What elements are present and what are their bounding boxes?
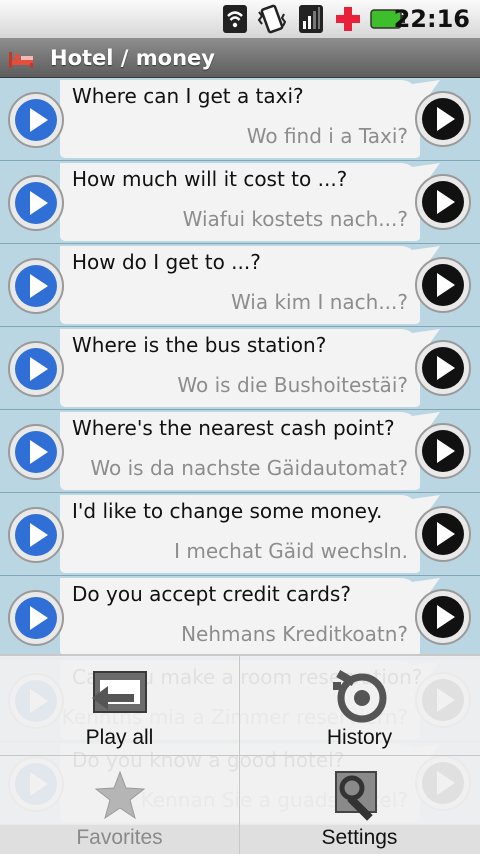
- play-black-icon: [415, 589, 471, 645]
- history-button[interactable]: History: [240, 656, 479, 755]
- play-black-icon: [415, 506, 471, 562]
- play-phrase-button[interactable]: [7, 423, 65, 481]
- phrase-english: Where's the nearest cash point?: [72, 416, 395, 440]
- vibrate-icon: [257, 4, 287, 34]
- play-blue-icon: [8, 175, 64, 231]
- phrase-english: Where can I get a taxi?: [72, 84, 304, 108]
- phrase-row[interactable]: I'd like to change some money. I mechat G…: [0, 493, 480, 576]
- phrase-row[interactable]: Where can I get a taxi? Wo find i a Taxi?: [0, 78, 480, 161]
- play-blue-icon: [8, 590, 64, 646]
- play-translation-button[interactable]: [414, 422, 472, 480]
- play-phrase-button[interactable]: [7, 589, 65, 647]
- play-black-icon: [415, 91, 471, 147]
- phrase-translation: Wia kim I nach...?: [230, 290, 408, 314]
- clock: 22:16: [393, 5, 470, 33]
- page-title: Hotel / money: [50, 46, 215, 70]
- play-translation-button[interactable]: [414, 90, 472, 148]
- phrase-translation: Wo is da nachste Gäidautomat?: [90, 456, 408, 480]
- play-translation-button[interactable]: [414, 505, 472, 563]
- play-black-icon: [415, 174, 471, 230]
- play-translation-button[interactable]: [414, 256, 472, 314]
- phrase-translation: Wo find i a Taxi?: [246, 124, 408, 148]
- play-phrase-button[interactable]: [7, 506, 65, 564]
- play-translation-button[interactable]: [414, 588, 472, 646]
- options-menu: Play all History Favorites Settings: [0, 654, 480, 854]
- phrase-english: How do I get to ...?: [72, 250, 261, 274]
- phrase-english: How much will it cost to ...?: [72, 167, 348, 191]
- play-all-button[interactable]: Play all: [0, 656, 239, 755]
- phrase-row[interactable]: Where's the nearest cash point? Wo is da …: [0, 410, 480, 493]
- medical-cross-icon: [336, 7, 360, 31]
- phrase-row[interactable]: Do you accept credit cards? Nehmans Kredi…: [0, 576, 480, 659]
- phrase-english: Where is the bus station?: [72, 333, 327, 357]
- phrase-translation: I mechat Gäid wechsln.: [174, 539, 408, 563]
- wifi-icon: [223, 5, 247, 33]
- play-phrase-button[interactable]: [7, 257, 65, 315]
- play-blue-icon: [8, 258, 64, 314]
- settings-button[interactable]: Settings: [240, 756, 479, 854]
- play-blue-icon: [8, 92, 64, 148]
- play-phrase-button[interactable]: [7, 174, 65, 232]
- play-blue-icon: [8, 507, 64, 563]
- star-icon: [94, 770, 145, 820]
- title-bar: Hotel / money: [0, 38, 480, 78]
- play-black-icon: [415, 340, 471, 396]
- play-translation-button[interactable]: [414, 339, 472, 397]
- signal-icon: [299, 5, 323, 33]
- play-black-icon: [415, 257, 471, 313]
- status-bar: 22:16: [0, 0, 480, 38]
- phrase-row[interactable]: How do I get to ...? Wia kim I nach...?: [0, 244, 480, 327]
- phrase-row[interactable]: Where is the bus station? Wo is die Busho…: [0, 327, 480, 410]
- settings-wrench-icon: [334, 771, 377, 821]
- phrase-english: I'd like to change some money.: [72, 499, 383, 523]
- settings-label: Settings: [321, 826, 398, 849]
- phrase-translation: Wiafui kostets nach...?: [182, 207, 408, 231]
- play-translation-button[interactable]: [414, 173, 472, 231]
- play-black-icon: [415, 423, 471, 479]
- play-blue-icon: [8, 341, 64, 397]
- history-icon: [332, 670, 386, 723]
- phrase-translation: Wo is die Bushoitestäi?: [177, 373, 408, 397]
- play-all-icon: [91, 671, 147, 713]
- phrase-english: Do you accept credit cards?: [72, 582, 351, 606]
- phrase-row[interactable]: How much will it cost to ...? Wiafui kost…: [0, 161, 480, 244]
- history-label: History: [326, 726, 393, 749]
- favorites-label: Favorites: [76, 826, 163, 849]
- play-phrase-button[interactable]: [7, 340, 65, 398]
- play-all-label: Play all: [85, 726, 154, 749]
- favorites-button[interactable]: Favorites: [0, 756, 239, 854]
- hotel-bed-icon: [9, 52, 33, 68]
- phrase-translation: Nehmans Kreditkoatn?: [181, 622, 408, 646]
- play-blue-icon: [8, 424, 64, 480]
- play-phrase-button[interactable]: [7, 91, 65, 149]
